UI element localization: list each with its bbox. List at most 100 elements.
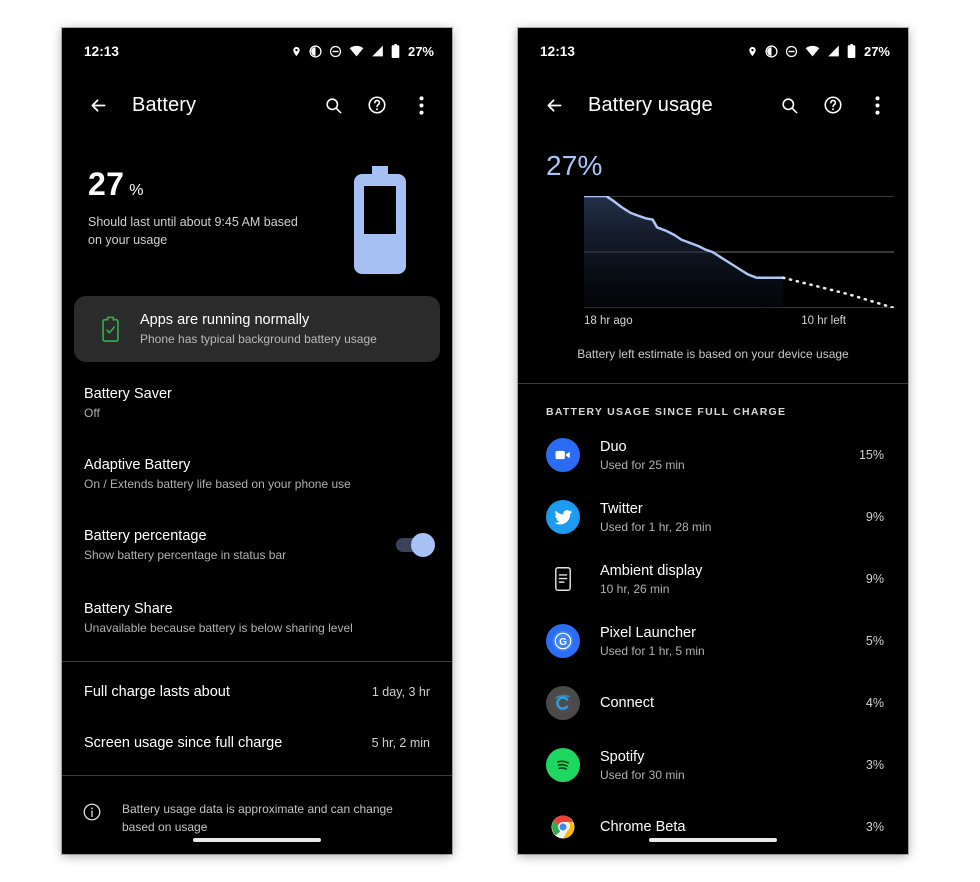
setting-title: Battery Share [84,601,173,617]
status-bar-icons: 27% [291,44,434,59]
status-bar-battery-percent: 27% [863,43,890,59]
app-usage-text: Chrome Beta [600,819,866,835]
screenshot-root: 12:13 27% Battery 27% Should last until … [0,0,980,882]
app-bar-actions [774,90,892,120]
search-icon[interactable] [318,90,348,120]
app-name: Pixel Launcher [600,624,696,641]
chart-y-axis-labels: 100% 50% 0% [898,196,908,308]
app-bar-battery: Battery [62,74,452,136]
contrast-icon [765,44,778,58]
setting-row-adaptive-battery[interactable]: Adaptive Battery On / Extends battery li… [62,437,452,508]
connect-icon [546,686,580,720]
more-options-icon[interactable] [862,90,892,120]
app-name: Ambient display [600,562,703,579]
search-icon[interactable] [774,90,804,120]
app-usage-row[interactable]: Twitter Used for 1 hr, 28 min 9% [518,486,908,548]
setting-text: Adaptive Battery On / Extends battery li… [84,457,430,491]
stat-row-full-charge[interactable]: Full charge lasts about 1 day, 3 hr [62,666,452,717]
battery-percentage-toggle[interactable] [396,533,435,557]
setting-subtitle: On / Extends battery life based on your … [84,477,351,491]
battery-icon [847,44,856,58]
signal-icon [827,45,840,57]
chart-x-axis-labels: 18 hr ago 10 hr left [584,315,846,327]
app-name: Spotify [600,748,645,765]
setting-row-battery-percentage[interactable]: Battery percentage Show battery percenta… [62,508,452,579]
app-usage-duration: Used for 1 hr, 5 min [600,643,705,658]
page-title: Battery [132,93,197,116]
back-arrow-icon[interactable] [80,87,116,123]
app-usage-row[interactable]: Chrome Beta 3% [518,796,908,854]
pixel-launcher-icon: G [546,624,580,658]
wifi-icon [805,45,820,57]
status-bar-left: 12:13 27% [62,28,452,74]
stat-row-screen-usage[interactable]: Screen usage since full charge 5 hr, 2 m… [62,717,452,771]
x-label-end: 10 hr left [801,315,846,327]
battery-percent-large: 27% [88,168,348,200]
battery-data-note-text: Battery usage data is approximate and ca… [122,802,393,834]
setting-text: Battery Share Unavailable because batter… [84,601,430,635]
status-bar-time: 12:13 [84,43,120,59]
phone-battery-usage: 12:13 27% Battery usage 27% 18 hr ago 10… [518,28,908,854]
stat-text: Screen usage since full charge [84,735,360,751]
battery-icon [391,44,400,58]
battery-level-chart: 100% 50% 0% 18 hr ago 10 hr left Battery… [518,182,908,361]
battery-data-note: Battery usage data is approximate and ca… [62,780,452,836]
app-usage-row[interactable]: Spotify Used for 30 min 3% [518,734,908,796]
duo-icon [546,438,580,472]
status-card-subtitle: Phone has typical background battery usa… [140,332,377,346]
toggle-knob [411,533,435,557]
setting-subtitle: Unavailable because battery is below sha… [84,621,353,635]
app-usage-text: Duo Used for 25 min [600,439,859,472]
stat-title: Screen usage since full charge [84,735,283,751]
chart-line-projected [781,276,896,310]
setting-title: Adaptive Battery [84,457,191,473]
signal-icon [371,45,384,57]
list-divider [62,661,452,662]
app-name: Connect [600,695,655,711]
more-options-icon[interactable] [406,90,436,120]
app-usage-text: Connect [600,695,866,711]
setting-title: Battery percentage [84,528,207,544]
home-indicator[interactable] [649,838,777,842]
app-usage-text: Twitter Used for 1 hr, 28 min [600,501,866,534]
stat-text: Full charge lasts about [84,684,360,700]
battery-check-icon [90,316,130,342]
apps-running-status-card[interactable]: Apps are running normally Phone has typi… [74,296,440,362]
setting-subtitle: Off [84,406,100,420]
status-bar-time: 12:13 [540,43,576,59]
wifi-icon [349,45,364,57]
app-bar-battery-usage: Battery usage [518,74,908,136]
status-card-title: Apps are running normally [140,312,310,328]
contrast-icon [309,44,322,58]
app-name: Twitter [600,500,643,517]
location-icon [291,45,302,58]
battery-hero-text: 27% Should last until about 9:45 AM base… [88,162,348,276]
x-label-start: 18 hr ago [584,315,633,327]
stat-value: 5 hr, 2 min [371,736,430,750]
do-not-disturb-icon [785,45,798,58]
page-title: Battery usage [588,93,713,116]
back-arrow-icon[interactable] [536,87,572,123]
home-indicator[interactable] [193,838,321,842]
setting-row-battery-share[interactable]: Battery Share Unavailable because batter… [62,579,452,657]
chart-svg [582,194,896,310]
app-usage-row[interactable]: Connect 4% [518,672,908,734]
twitter-icon [546,500,580,534]
app-usage-percent: 5% [865,634,884,648]
app-usage-row[interactable]: Ambient display 10 hr, 26 min 9% [518,548,908,610]
setting-text: Battery Saver Off [84,386,430,420]
battery-usage-percent: 27% [546,150,603,181]
app-usage-row[interactable]: Duo Used for 25 min 15% [518,424,908,486]
phone-battery-settings: 12:13 27% Battery 27% Should last until … [62,28,452,854]
app-usage-list: Duo Used for 25 min 15% Twitter Used for 1 h… [518,424,908,854]
app-name: Duo [600,438,627,455]
app-usage-percent: 9% [865,510,884,524]
app-bar-actions [318,90,436,120]
help-icon[interactable] [818,90,848,120]
setting-row-battery-saver[interactable]: Battery Saver Off [62,362,452,437]
app-usage-percent: 3% [865,820,884,834]
app-usage-text: Spotify Used for 30 min [600,749,866,782]
help-icon[interactable] [362,90,392,120]
app-usage-row[interactable]: G Pixel Launcher Used for 1 hr, 5 min 5% [518,610,908,672]
app-usage-text: Pixel Launcher Used for 1 hr, 5 min [600,625,866,658]
